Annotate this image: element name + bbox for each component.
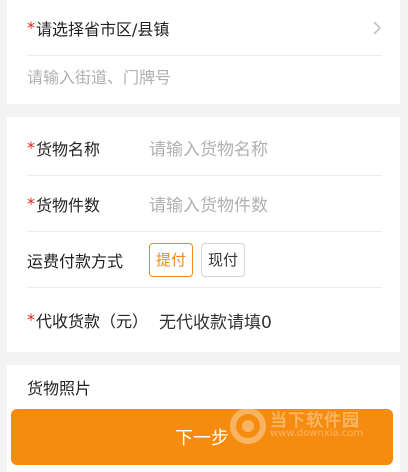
street-input[interactable]: 请输入街道、门牌号 <box>27 48 382 104</box>
required-mark: * <box>27 310 35 329</box>
cod-label-wrap: * 代收货款（元） <box>27 308 159 332</box>
payment-method-row: 运费付款方式 提付 现付 <box>27 232 382 288</box>
goods-name-row: * 货物名称 请输入货物名称 <box>27 120 382 176</box>
goods-count-input[interactable]: 请输入货物件数 <box>149 191 268 216</box>
payment-option-cash-pay[interactable]: 现付 <box>201 242 246 277</box>
goods-name-label: 货物名称 <box>36 139 101 159</box>
next-step-button[interactable]: 下一步 <box>11 409 393 465</box>
payment-option-pickup-pay[interactable]: 提付 <box>149 242 194 277</box>
required-mark: * <box>27 137 35 157</box>
street-input-placeholder: 请输入街道、门牌号 <box>27 68 172 87</box>
required-mark: * <box>27 17 35 37</box>
payment-method-label-wrap: 运费付款方式 <box>27 248 149 272</box>
goods-count-label: 货物件数 <box>36 195 101 215</box>
goods-count-row: * 货物件数 请输入货物件数 <box>27 176 382 232</box>
required-mark: * <box>27 193 35 213</box>
payment-method-label: 运费付款方式 <box>27 251 124 271</box>
cod-label: 代收货款（元） <box>36 312 149 331</box>
address-card: * 请选择省市区/县镇 请输入街道、门牌号 <box>7 0 400 104</box>
goods-name-input[interactable]: 请输入货物名称 <box>149 135 268 160</box>
goods-name-label-wrap: * 货物名称 <box>27 136 149 160</box>
cod-row: * 代收货款（元） 无代收款请填0 <box>27 292 382 348</box>
goods-card: * 货物名称 请输入货物名称 * 货物件数 请输入货物件数 运费付款方式 提付 … <box>7 117 400 352</box>
cod-amount-input[interactable]: 无代收款请填0 <box>159 308 272 333</box>
region-selector-label: 请选择省市区/县镇 <box>36 19 170 39</box>
goods-count-label-wrap: * 货物件数 <box>27 192 149 216</box>
next-step-label: 下一步 <box>175 428 229 449</box>
photo-label: 货物照片 <box>27 379 92 398</box>
photo-row: 货物照片 <box>27 359 382 415</box>
chevron-right-icon <box>373 20 382 35</box>
